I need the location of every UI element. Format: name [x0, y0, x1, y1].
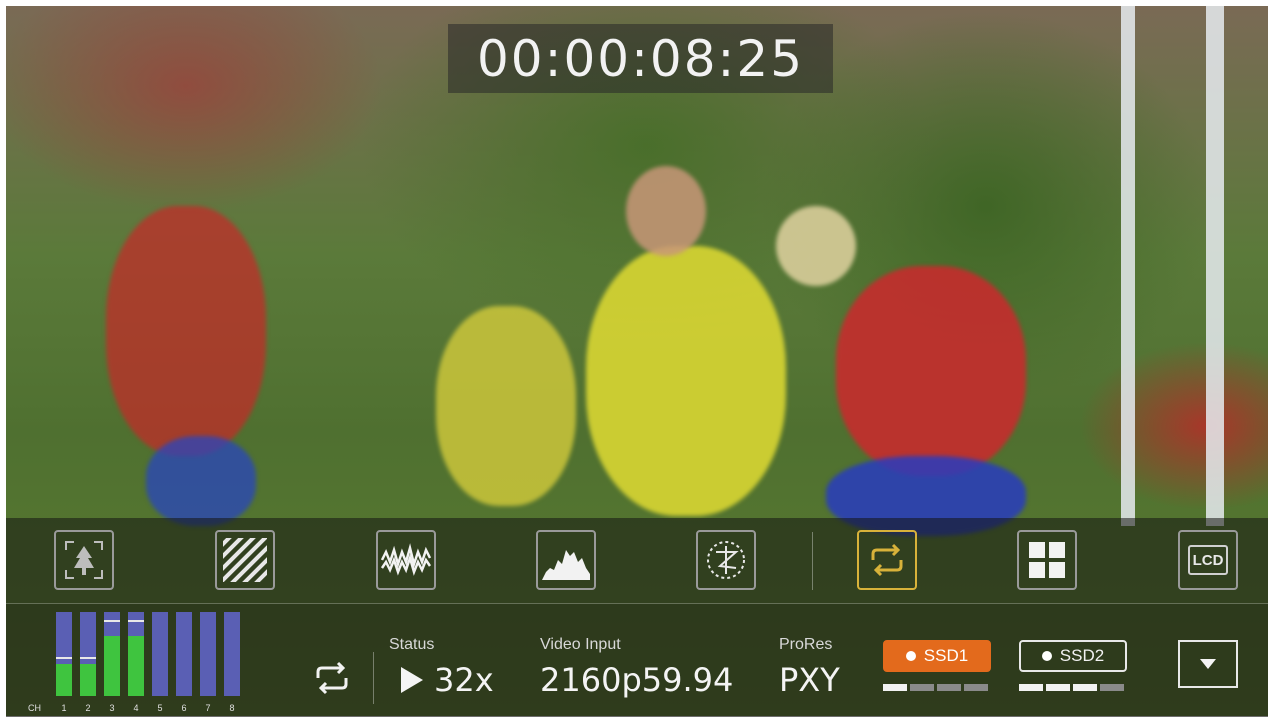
background-player: [146, 436, 256, 526]
capacity-segment: [937, 684, 961, 691]
toolbar-divider: [812, 532, 813, 590]
audio-peak-marker: [128, 620, 144, 622]
video-input-label: Video Input: [540, 636, 621, 653]
video-input-value: 2160p59.94: [540, 661, 734, 699]
foreground-player: [776, 206, 856, 286]
capacity-segment: [964, 684, 988, 691]
background-player: [106, 206, 266, 456]
background-player: [436, 306, 576, 506]
audio-level-fill: [80, 664, 96, 696]
ssd2-capacity: [1019, 684, 1124, 691]
loop-status-icon: [316, 661, 348, 695]
channel-number: 1: [61, 703, 67, 713]
channel-number: 4: [133, 703, 139, 713]
tree-focus-icon: [65, 541, 103, 579]
loop-button[interactable]: [857, 530, 917, 590]
histogram-button[interactable]: [536, 530, 596, 590]
ssd1-button[interactable]: SSD1: [883, 640, 991, 672]
vectorscope-button[interactable]: [696, 530, 756, 590]
lcd-icon: LCD: [1188, 545, 1228, 575]
goal-post: [1121, 6, 1135, 526]
audio-meter-2: [80, 612, 96, 696]
grid-icon: [1029, 542, 1065, 578]
triangle-down-icon: [1200, 659, 1216, 669]
foreground-player: [626, 166, 706, 256]
lcd-label: LCD: [1192, 551, 1224, 569]
dropdown-button[interactable]: [1178, 640, 1238, 688]
audio-meters: CH 1 2 3 4 5 6 7 8: [28, 612, 256, 713]
playback-speed: 32x: [434, 661, 494, 699]
capacity-segment: [1100, 684, 1124, 691]
capacity-segment: [1046, 684, 1070, 691]
audio-meter-1: [56, 612, 72, 696]
vectorscope-icon: [707, 541, 745, 579]
ssd2-label: SSD2: [1059, 646, 1105, 665]
zebra-button[interactable]: [215, 530, 275, 590]
audio-meter-3: [104, 612, 120, 696]
tool-strip: LCD: [6, 518, 1268, 604]
waveform-icon: [380, 543, 432, 576]
loop-icon: [871, 543, 903, 577]
channel-number: 6: [181, 703, 187, 713]
play-icon: [401, 667, 423, 693]
status-label: Status: [389, 636, 435, 653]
capacity-segment: [1019, 684, 1043, 691]
audio-meter-7: [200, 612, 216, 696]
channel-number: 3: [109, 703, 115, 713]
status-bar: CH 1 2 3 4 5 6 7 8 Status 32x Video Input 2160p…: [6, 604, 1268, 717]
capacity-segment: [910, 684, 934, 691]
foreground-player: [586, 246, 786, 516]
ssd1-capacity: [883, 684, 988, 691]
audio-level-fill: [56, 664, 72, 696]
audio-peak-marker: [104, 620, 120, 622]
record-dot-icon: [1041, 651, 1052, 661]
capacity-segment: [1073, 684, 1097, 691]
audio-peak-marker: [56, 657, 72, 659]
codec-value: PXY: [779, 661, 840, 699]
status-divider: [373, 652, 374, 704]
focus-assist-button[interactable]: [54, 530, 114, 590]
ssd2-button[interactable]: SSD2: [1019, 640, 1127, 672]
audio-meter-6: [176, 612, 192, 696]
record-dot-icon: [905, 651, 916, 661]
audio-meter-4: [128, 612, 144, 696]
timecode: 00:00:08:25: [476, 29, 805, 88]
foreground-player: [836, 266, 1026, 476]
capacity-segment: [883, 684, 907, 691]
goal-post: [1206, 6, 1224, 526]
audio-meter-8: [224, 612, 240, 696]
channel-number: 8: [229, 703, 235, 713]
histogram-icon: [542, 550, 590, 580]
channel-number: 5: [157, 703, 163, 713]
ssd1-label: SSD1: [923, 646, 969, 665]
audio-meter-5: [152, 612, 168, 696]
channel-number: 7: [205, 703, 211, 713]
multiview-button[interactable]: [1017, 530, 1077, 590]
timecode-display: 00:00:08:25: [448, 24, 833, 93]
waveform-button[interactable]: [376, 530, 436, 590]
channel-number: 2: [85, 703, 91, 713]
audio-level-fill: [104, 636, 120, 696]
lcd-button[interactable]: LCD: [1178, 530, 1238, 590]
codec-label: ProRes: [779, 636, 833, 653]
audio-peak-marker: [80, 657, 96, 659]
zebra-stripes-icon: [223, 538, 267, 582]
channel-label: CH: [28, 703, 41, 713]
audio-level-fill: [128, 636, 144, 696]
